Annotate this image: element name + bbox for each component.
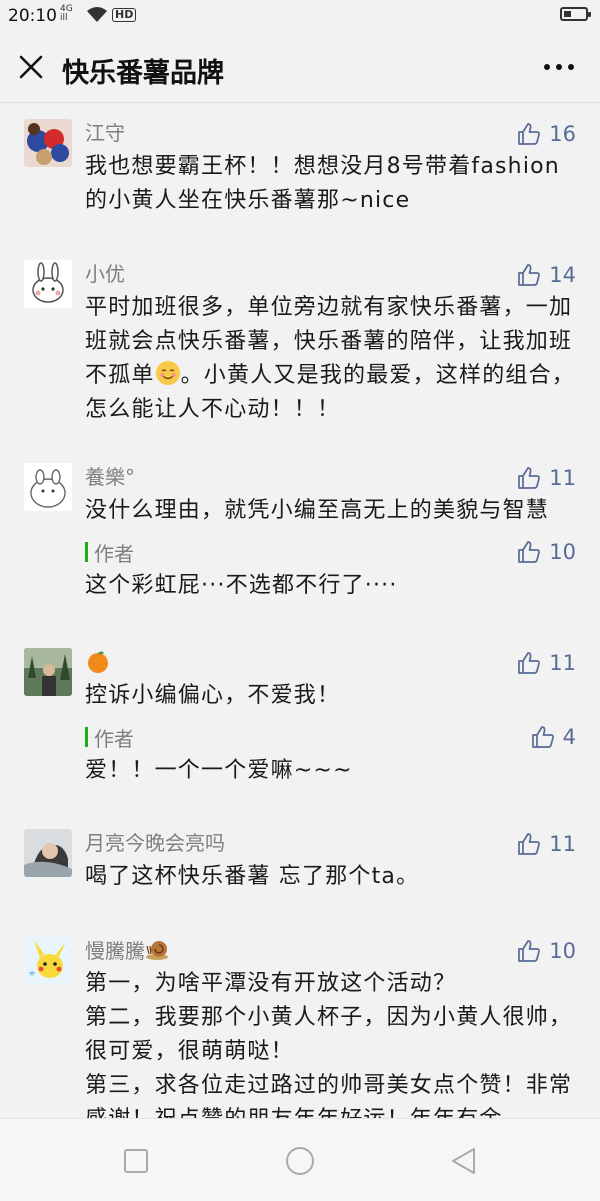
author-reply-text: 这个彩虹屁···不选都不行了···· bbox=[85, 573, 398, 598]
like-count: 10 bbox=[549, 540, 576, 564]
author-marker bbox=[85, 727, 88, 747]
close-icon bbox=[19, 55, 43, 79]
avatar[interactable] bbox=[24, 936, 72, 984]
username-text: 慢騰騰 bbox=[85, 939, 145, 963]
close-button[interactable] bbox=[14, 50, 48, 84]
tangerine-emoji-icon bbox=[85, 648, 111, 674]
like-button[interactable]: 14 bbox=[517, 260, 576, 290]
reply-like-button[interactable]: 10 bbox=[517, 537, 576, 567]
like-button[interactable]: 10 bbox=[517, 936, 576, 966]
thumbs-up-icon bbox=[518, 833, 541, 855]
comment-text: 喝了这杯快乐番薯 忘了那个ta。 bbox=[85, 864, 420, 889]
like-count: 14 bbox=[549, 263, 576, 287]
author-label: 作者 bbox=[94, 726, 134, 751]
battery-level bbox=[564, 11, 571, 17]
triangle-back-icon bbox=[452, 1148, 475, 1174]
comment-text: 平时加班很多，单位旁边就有家快乐番薯，一加班就会点快乐番薯，快乐番薯的陪伴，让我… bbox=[85, 291, 580, 427]
thumbs-up-icon bbox=[518, 467, 541, 489]
thumbs-up-icon bbox=[518, 652, 541, 674]
wifi-icon bbox=[86, 6, 108, 28]
avatar[interactable] bbox=[24, 829, 72, 877]
avatar[interactable] bbox=[24, 463, 72, 511]
smiling-face-emoji-icon bbox=[155, 360, 181, 386]
status-time: 20:10 bbox=[8, 6, 57, 26]
recent-apps-button[interactable] bbox=[120, 1145, 152, 1177]
home-button[interactable] bbox=[284, 1145, 316, 1177]
comment-line: 第二，我要那个小黄人杯子，因为小黄人很帅，很可爱，很萌萌哒！ bbox=[85, 1005, 573, 1064]
comment-text: 控诉小编偏心，不爱我！ bbox=[85, 683, 341, 708]
avatar[interactable] bbox=[24, 648, 72, 696]
author-reply-text: 爱！！一个一个爱嘛~~~ bbox=[85, 758, 353, 783]
hd-icon: HD bbox=[112, 8, 137, 22]
signal-bars: ill bbox=[60, 13, 68, 23]
like-count: 10 bbox=[549, 939, 576, 963]
title-bar: 快乐番薯品牌 bbox=[0, 34, 600, 103]
author-reply-header: 作者 bbox=[85, 723, 134, 751]
author-reply-header: 作者 bbox=[85, 538, 134, 566]
like-count: 11 bbox=[549, 651, 576, 675]
like-count: 4 bbox=[562, 725, 576, 749]
comment-username: 小优 bbox=[85, 262, 125, 286]
square-icon bbox=[124, 1149, 148, 1173]
author-marker bbox=[85, 542, 88, 562]
like-count: 16 bbox=[549, 122, 576, 146]
avatar[interactable] bbox=[24, 119, 72, 167]
comment-username: 慢騰騰 bbox=[85, 936, 171, 965]
page-title: 快乐番薯品牌 bbox=[62, 58, 224, 89]
thumbs-up-icon bbox=[518, 123, 541, 145]
status-bar: 20:10 4G ill HD bbox=[0, 0, 600, 34]
thumbs-up-icon bbox=[518, 541, 541, 563]
reply-like-button[interactable]: 4 bbox=[531, 722, 576, 752]
comment-username bbox=[85, 648, 111, 677]
like-button[interactable]: 11 bbox=[517, 829, 576, 859]
more-button[interactable] bbox=[542, 54, 576, 80]
back-button[interactable] bbox=[448, 1145, 480, 1177]
avatar[interactable] bbox=[24, 260, 72, 308]
comment-text: 第一，为啥平潭没有开放这个活动？ 第二，我要那个小黄人杯子，因为小黄人很帅，很可爱… bbox=[85, 967, 580, 1118]
like-button[interactable]: 11 bbox=[517, 463, 576, 493]
circle-icon bbox=[286, 1147, 314, 1175]
like-count: 11 bbox=[549, 466, 576, 490]
signal-icon: 4G ill bbox=[60, 5, 73, 23]
thumbs-up-icon bbox=[518, 264, 541, 286]
comment-line: 第一，为啥平潭没有开放这个活动？ bbox=[85, 971, 457, 996]
more-icon bbox=[544, 64, 574, 70]
comment-username: 月亮今晚会亮吗 bbox=[85, 831, 225, 855]
battery-icon bbox=[560, 7, 591, 21]
comment-list[interactable]: 江守 16 我也想要霸王杯！！想想没月8号带着fashion的小黄人坐在快乐番薯… bbox=[0, 103, 600, 1118]
comment-username: 江守 bbox=[85, 121, 125, 145]
comment-line: 第三，求各位走过路过的帅哥美女点个赞！非常感谢！祝点赞的朋友年年好运！年年有余 bbox=[85, 1073, 573, 1118]
comment-text: 我也想要霸王杯！！想想没月8号带着fashion的小黄人坐在快乐番薯那~nice bbox=[85, 154, 560, 213]
thumbs-up-icon bbox=[518, 940, 541, 962]
thumbs-up-icon bbox=[531, 726, 554, 748]
snail-emoji-icon bbox=[145, 936, 171, 962]
comment-username: 養樂° bbox=[85, 465, 135, 489]
author-label: 作者 bbox=[94, 541, 134, 566]
comment-text: 没什么理由，就凭小编至高无上的美貌与智慧 bbox=[85, 498, 550, 523]
like-button[interactable]: 16 bbox=[517, 119, 576, 149]
like-count: 11 bbox=[549, 832, 576, 856]
like-button[interactable]: 11 bbox=[517, 648, 576, 678]
navigation-bar bbox=[0, 1118, 600, 1201]
